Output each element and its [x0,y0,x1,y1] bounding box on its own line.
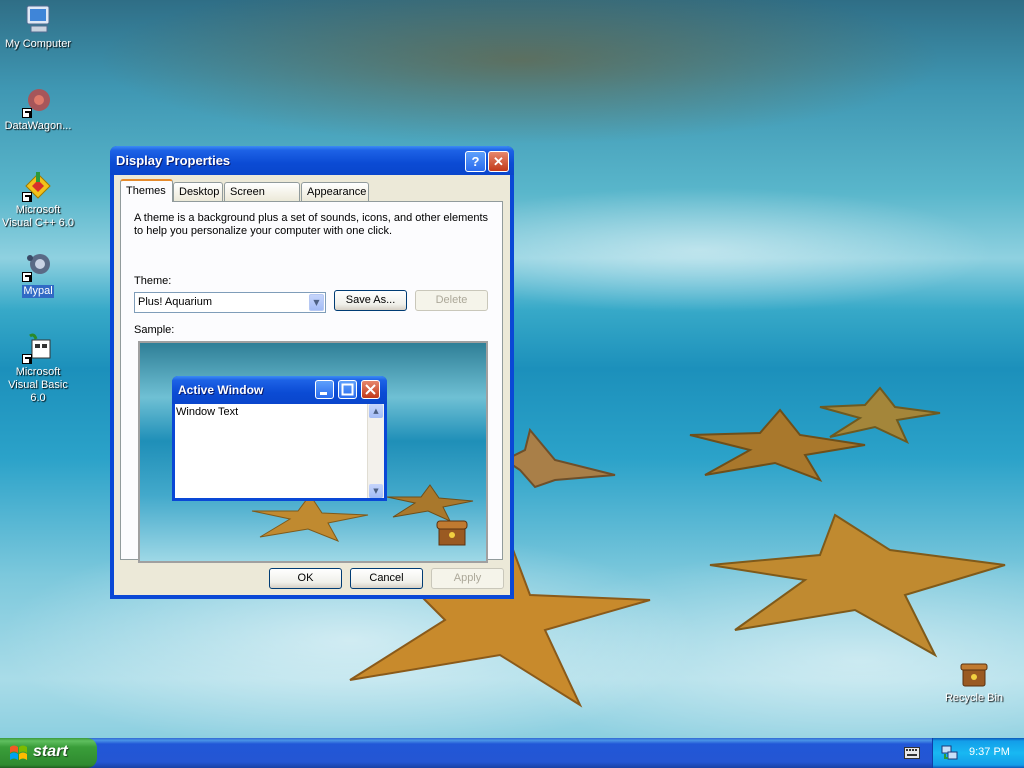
theme-sample-preview: Active Window Window Text ▲ ▼ [138,341,488,563]
start-button[interactable]: start [0,738,97,768]
delete-button[interactable]: Delete [415,290,488,311]
starfish-decoration [503,427,616,489]
windows-logo-icon [10,745,27,760]
theme-description-line1: A theme is a background plus a set of so… [134,212,489,224]
sample-title-bar: Active Window [172,376,387,404]
desktop-icon-mypal[interactable]: Mypal [0,250,76,298]
recycle-bin-icon [958,658,990,690]
help-button[interactable]: ? [465,151,486,172]
my-computer-icon [22,4,54,36]
sample-scrollbar: ▲ ▼ [367,404,384,498]
desktop-icon-recycle-bin[interactable]: Recycle Bin [936,658,1012,705]
cancel-button[interactable]: Cancel [350,568,423,589]
sample-active-window: Active Window Window Text ▲ ▼ [172,376,387,501]
close-icon [361,380,380,399]
minimize-icon [315,380,334,399]
scroll-down-icon: ▼ [369,484,383,498]
shortcut-arrow-icon [22,354,32,364]
desktop-icon-visual-basic[interactable]: Microsoft Visual Basic 6.0 [0,332,76,405]
save-as-button[interactable]: Save As... [334,290,407,311]
visual-cpp-icon [22,170,54,202]
dialog-client-area: Themes Desktop Screen Saver Appearance A… [114,175,510,595]
ok-button[interactable]: OK [269,568,342,589]
theme-description-line2: to help you personalize your computer wi… [134,225,393,237]
desktop-icon-label: Microsoft Visual C++ 6.0 [2,204,74,229]
theme-dropdown-value: Plus! Aquarium [138,296,212,308]
sample-window-body: Window Text ▲ ▼ [175,404,384,498]
desktop-icon-label: Recycle Bin [944,692,1004,704]
starfish-decoration [819,386,941,445]
network-icon[interactable] [941,745,959,761]
desktop-icon-visual-cpp[interactable]: Microsoft Visual C++ 6.0 [0,170,76,230]
taskbar: start 9:37 PM [0,738,1024,768]
tab-screen-saver[interactable]: Screen Saver [224,182,300,216]
start-label: start [33,743,68,760]
desktop-icon-label: My Computer [4,38,72,50]
desktop-icon-my-computer[interactable]: My Computer [0,4,76,51]
theme-dropdown[interactable]: Plus! Aquarium ▼ [134,292,326,313]
starfish-decoration [709,513,1006,658]
theme-label: Theme: [134,275,172,287]
tab-themes[interactable]: Themes [120,179,173,202]
datawagon-icon [22,86,54,118]
chevron-down-icon[interactable]: ▼ [309,294,324,311]
desktop-icon-label: Mypal [22,285,54,298]
maximize-icon [338,380,357,399]
system-tray: 9:37 PM [932,738,1024,768]
clock[interactable]: 9:37 PM [969,746,1010,758]
keyboard-icon[interactable] [904,747,920,759]
visual-basic-icon [22,332,54,364]
sample-label: Sample: [134,324,175,336]
tab-desktop[interactable]: Desktop [173,182,223,201]
desktop-icon-label: Microsoft Visual Basic 6.0 [8,366,68,404]
desktop-icon-label: DataWagon... [4,120,72,132]
sample-window-title: Active Window [178,383,264,397]
mypal-icon [22,250,54,282]
themes-tab-panel: A theme is a background plus a set of so… [120,201,503,563]
shortcut-arrow-icon [22,108,32,118]
shortcut-arrow-icon [22,192,32,202]
treasure-chest-icon [436,520,468,546]
scroll-up-icon: ▲ [369,404,383,418]
display-properties-window[interactable]: Display Properties ? ✕ Themes Desktop Sc… [110,146,514,599]
close-button[interactable]: ✕ [488,151,509,172]
title-bar[interactable]: Display Properties ? ✕ [110,146,514,175]
window-title: Display Properties [116,153,231,168]
shortcut-arrow-icon [22,272,32,282]
tab-appearance[interactable]: Appearance [301,182,369,201]
apply-button[interactable]: Apply [431,568,504,589]
desktop-icon-datawagon[interactable]: DataWagon... [0,86,76,133]
sample-window-text: Window Text [176,406,239,418]
